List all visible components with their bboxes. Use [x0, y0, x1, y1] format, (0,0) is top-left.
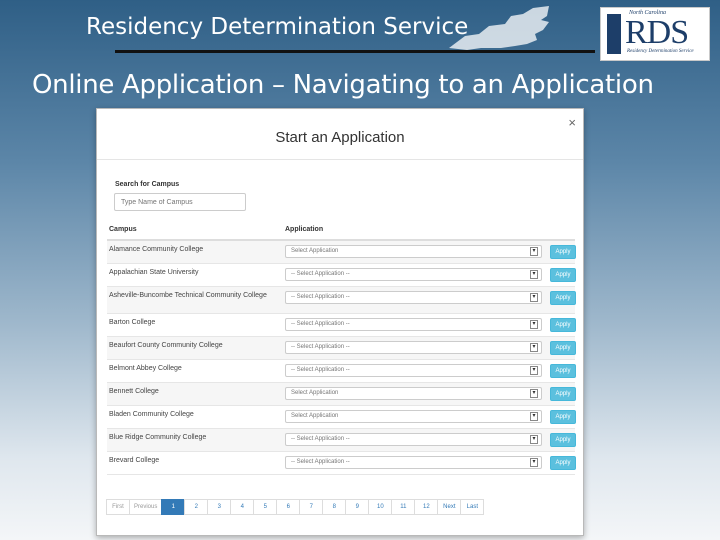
page-6[interactable]: 6	[276, 499, 301, 515]
application-select[interactable]: -- Select Application -- ▾	[285, 318, 542, 331]
campus-name: Alamance Community College	[109, 246, 204, 253]
slide-header: Residency Determination Service North Ca…	[0, 0, 720, 120]
application-select[interactable]: -- Select Application -- ▾	[285, 433, 542, 446]
page-3[interactable]: 3	[207, 499, 232, 515]
chevron-down-icon: ▾	[530, 389, 538, 398]
logo-bar	[607, 14, 621, 54]
table-row: Asheville-Buncombe Technical Community C…	[107, 287, 576, 314]
application-select[interactable]: -- Select Application -- ▾	[285, 341, 542, 354]
campus-name: Appalachian State University	[109, 269, 199, 276]
page-7[interactable]: 7	[299, 499, 324, 515]
application-select[interactable]: Select Application ▾	[285, 245, 542, 258]
rds-logo: North Carolina RDS Residency Determinati…	[600, 7, 710, 61]
page-4[interactable]: 4	[230, 499, 255, 515]
pagination: First Previous 1 2 3 4 5 6 7 8 9 10 11 1…	[106, 499, 485, 515]
page-first[interactable]: First	[106, 499, 130, 515]
chevron-down-icon: ▾	[530, 412, 538, 421]
application-select[interactable]: Select Application ▾	[285, 410, 542, 423]
select-value: Select Application	[291, 248, 339, 254]
application-select[interactable]: -- Select Application -- ▾	[285, 291, 542, 304]
select-value: -- Select Application --	[291, 271, 350, 277]
table-row: Bladen Community College Select Applicat…	[107, 406, 576, 429]
table-row: Blue Ridge Community College -- Select A…	[107, 429, 576, 452]
chevron-down-icon: ▾	[530, 247, 538, 256]
select-value: -- Select Application --	[291, 367, 350, 373]
apply-button[interactable]: Apply	[550, 456, 576, 470]
table-row: Brevard College -- Select Application --…	[107, 452, 576, 475]
table-row: Bennett College Select Application ▾ Appl…	[107, 383, 576, 406]
campus-search-input[interactable]	[114, 193, 246, 211]
campus-table: Campus Application Alamance Community Co…	[107, 223, 576, 475]
select-value: -- Select Application --	[291, 344, 350, 350]
page-1[interactable]: 1	[161, 499, 186, 515]
page-9[interactable]: 9	[345, 499, 370, 515]
page-12[interactable]: 12	[414, 499, 439, 515]
close-icon[interactable]: ×	[568, 115, 576, 130]
campus-name: Belmont Abbey College	[109, 365, 182, 372]
page-5[interactable]: 5	[253, 499, 278, 515]
table-row: Beaufort County Community College -- Sel…	[107, 337, 576, 360]
apply-button[interactable]: Apply	[550, 268, 576, 282]
apply-button[interactable]: Apply	[550, 245, 576, 259]
apply-button[interactable]: Apply	[550, 410, 576, 424]
select-value: Select Application	[291, 413, 339, 419]
page-11[interactable]: 11	[391, 499, 416, 515]
campus-name: Asheville-Buncombe Technical Community C…	[109, 292, 267, 299]
campus-name: Bennett College	[109, 388, 159, 395]
start-application-modal: Start an Application × Search for Campus…	[96, 108, 584, 536]
application-select[interactable]: -- Select Application -- ▾	[285, 364, 542, 377]
page-2[interactable]: 2	[184, 499, 209, 515]
apply-button[interactable]: Apply	[550, 364, 576, 378]
table-header: Campus Application	[107, 223, 575, 241]
campus-name: Blue Ridge Community College	[109, 434, 207, 441]
logo-main-text: RDS	[625, 14, 689, 51]
chevron-down-icon: ▾	[530, 343, 538, 352]
table-row: Barton College -- Select Application -- ▾…	[107, 314, 576, 337]
modal-divider	[97, 159, 583, 160]
table-row: Belmont Abbey College -- Select Applicat…	[107, 360, 576, 383]
north-carolina-map-icon	[449, 6, 549, 50]
application-select[interactable]: Select Application ▾	[285, 387, 542, 400]
logo-sub-text: Residency Determination Service	[627, 49, 694, 54]
chevron-down-icon: ▾	[530, 458, 538, 467]
select-value: -- Select Application --	[291, 436, 350, 442]
apply-button[interactable]: Apply	[550, 318, 576, 332]
select-value: -- Select Application --	[291, 321, 350, 327]
column-header-campus: Campus	[109, 226, 137, 233]
apply-button[interactable]: Apply	[550, 433, 576, 447]
chevron-down-icon: ▾	[530, 366, 538, 375]
search-label: Search for Campus	[115, 181, 180, 188]
chevron-down-icon: ▾	[530, 435, 538, 444]
apply-button[interactable]: Apply	[550, 387, 576, 401]
campus-name: Barton College	[109, 319, 156, 326]
chevron-down-icon: ▾	[530, 293, 538, 302]
application-select[interactable]: -- Select Application -- ▾	[285, 268, 542, 281]
page-last[interactable]: Last	[460, 499, 485, 515]
header-rule	[115, 50, 595, 53]
campus-name: Beaufort County Community College	[109, 342, 223, 349]
chevron-down-icon: ▾	[530, 270, 538, 279]
application-select[interactable]: -- Select Application -- ▾	[285, 456, 542, 469]
page-previous[interactable]: Previous	[129, 499, 163, 515]
chevron-down-icon: ▾	[530, 320, 538, 329]
page-10[interactable]: 10	[368, 499, 393, 515]
slide-title: Residency Determination Service	[86, 14, 469, 40]
campus-name: Brevard College	[109, 457, 160, 464]
table-row: Alamance Community College Select Applic…	[107, 241, 576, 264]
apply-button[interactable]: Apply	[550, 291, 576, 305]
select-value: -- Select Application --	[291, 294, 350, 300]
table-row: Appalachian State University -- Select A…	[107, 264, 576, 287]
apply-button[interactable]: Apply	[550, 341, 576, 355]
page-next[interactable]: Next	[437, 499, 462, 515]
modal-title: Start an Application	[275, 129, 405, 146]
slide-subtitle: Online Application – Navigating to an Ap…	[32, 70, 654, 100]
campus-name: Bladen Community College	[109, 411, 194, 418]
select-value: -- Select Application --	[291, 459, 350, 465]
page-8[interactable]: 8	[322, 499, 347, 515]
select-value: Select Application	[291, 390, 339, 396]
column-header-application: Application	[285, 226, 324, 233]
